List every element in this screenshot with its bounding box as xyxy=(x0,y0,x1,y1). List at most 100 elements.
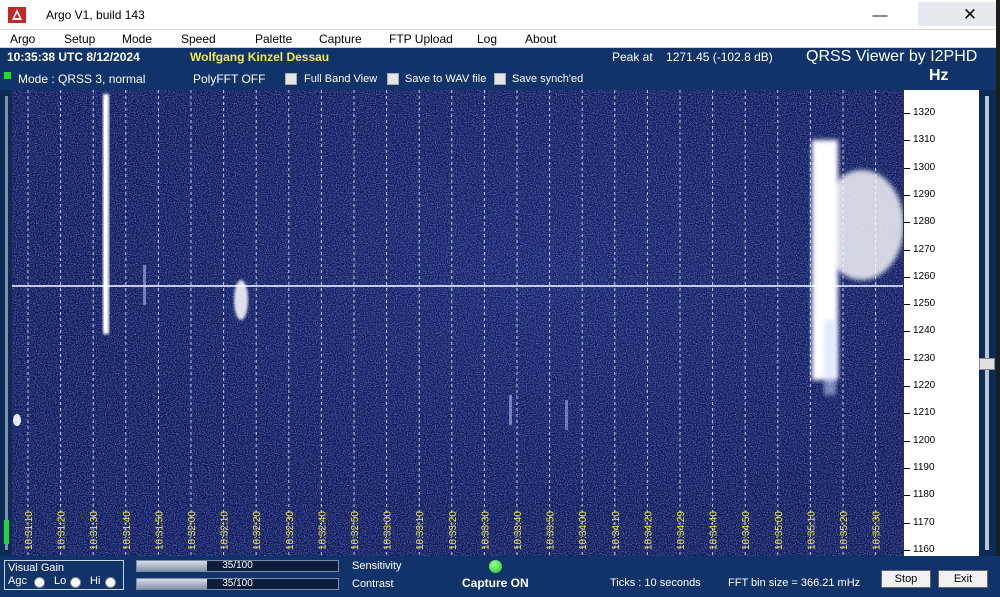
noise-texture xyxy=(12,90,903,556)
frequency-tick xyxy=(904,249,910,251)
menu-ftp-upload[interactable]: FTP Upload xyxy=(389,30,453,48)
menu-palette[interactable]: Palette xyxy=(255,30,292,48)
time-label: 10:33:30 xyxy=(480,511,491,550)
info-bar: 10:35:38 UTC 8/12/2024 Wolfgang Kinzel D… xyxy=(0,48,1000,68)
visual-gain-group: Visual Gain Agc Lo Hi xyxy=(4,560,124,590)
ticks-info: Ticks : 10 seconds xyxy=(610,577,701,589)
save-wav-checkbox[interactable] xyxy=(387,73,399,85)
signal-faint-1 xyxy=(143,265,146,305)
frequency-label: 1180 xyxy=(913,489,935,501)
frequency-tick xyxy=(904,358,910,360)
menu-speed[interactable]: Speed xyxy=(181,30,216,48)
time-label: 10:33:10 xyxy=(415,511,426,550)
frequency-label: 1160 xyxy=(913,543,935,555)
time-label: 10:35:00 xyxy=(774,511,785,550)
signal-burst-4 xyxy=(820,170,903,280)
contrast-slider[interactable]: 35/100 xyxy=(136,578,339,590)
frequency-tick xyxy=(904,495,910,497)
frequency-tick xyxy=(904,440,910,442)
frequency-label: 1280 xyxy=(913,216,936,228)
time-label: 10:35:20 xyxy=(839,511,850,550)
time-label: 10:32:20 xyxy=(252,511,263,550)
frequency-label: 1200 xyxy=(913,434,936,446)
contrast-value: 35/100 xyxy=(222,578,253,589)
mode-bar: Mode : QRSS 3, normal PolyFFT OFF Full B… xyxy=(0,68,1000,90)
window-title: Argo V1, build 143 xyxy=(46,8,145,22)
bottom-controls: Visual Gain Agc Lo Hi 35/100 Sensitivity… xyxy=(0,556,1000,597)
frequency-tick xyxy=(904,140,910,142)
frequency-tick xyxy=(904,167,910,169)
title-bar: Argo V1, build 143 — ✕ xyxy=(0,0,1000,30)
hi-radio[interactable] xyxy=(105,577,116,588)
frequency-label: 1170 xyxy=(913,516,935,528)
sensitivity-slider[interactable]: 35/100 xyxy=(136,560,339,572)
utc-clock: 10:35:38 UTC 8/12/2024 xyxy=(7,50,140,64)
frequency-tick xyxy=(904,549,910,551)
frequency-tick xyxy=(904,304,910,306)
time-label: 10:32:10 xyxy=(220,511,231,550)
right-scrollbar[interactable] xyxy=(979,90,996,556)
right-scroll-thumb[interactable] xyxy=(979,358,995,370)
argo-app-icon xyxy=(8,7,26,23)
contrast-label: Contrast xyxy=(352,578,394,590)
frequency-tick xyxy=(904,386,910,387)
minimize-button[interactable]: — xyxy=(858,0,902,30)
time-label: 10:33:50 xyxy=(546,511,557,550)
agc-label: Agc xyxy=(8,575,27,587)
waterfall-canvas: 10:31:10 10:31:20 10:31:30 10:31:40 10:31:50… xyxy=(12,90,903,556)
waterfall-display[interactable]: 10:31:10 10:31:20 10:31:30 10:31:40 10:31:50… xyxy=(12,90,903,556)
full-band-view-label: Full Band View xyxy=(304,73,378,85)
lo-radio[interactable] xyxy=(70,577,81,588)
menu-argo[interactable]: Argo xyxy=(10,30,35,48)
frequency-label: 1210 xyxy=(913,407,936,419)
stop-button[interactable]: Stop xyxy=(881,570,931,588)
time-label: 10:31:50 xyxy=(154,511,165,550)
time-label: 10:34:50 xyxy=(741,511,752,550)
save-synched-label: Save synch'ed xyxy=(512,73,584,85)
polyfft-status: PolyFFT OFF xyxy=(193,72,266,86)
time-label: 10:32:00 xyxy=(187,511,198,550)
frequency-axis: 1320 1310 1300 1290 1280 1270 1260 1250 1240 1230… xyxy=(903,90,979,556)
frequency-label: 1300 xyxy=(913,161,936,173)
peak-value: 1271.45 (-102.8 dB) xyxy=(666,50,773,64)
left-scrollbar[interactable] xyxy=(0,90,12,556)
time-label: 10:33:40 xyxy=(513,511,524,550)
exit-button[interactable]: Exit xyxy=(938,570,988,588)
peak-readout: Peak at 1271.45 (-102.8 dB) xyxy=(612,50,773,64)
frequency-label: 1270 xyxy=(913,243,936,255)
menu-bar: Argo Setup Mode Speed Palette Capture FT… xyxy=(0,30,1000,48)
lo-label: Lo xyxy=(54,575,67,587)
signal-faint-2 xyxy=(509,395,512,425)
brand-title: QRSS Viewer by I2PHD xyxy=(806,48,978,65)
menu-log[interactable]: Log xyxy=(477,30,497,48)
frequency-label: 1290 xyxy=(913,188,936,200)
frequency-label: 1260 xyxy=(913,270,936,282)
signal-faint-3 xyxy=(565,400,568,430)
close-button[interactable]: ✕ xyxy=(948,0,992,30)
left-scroll-thumb[interactable] xyxy=(4,520,9,544)
menu-setup[interactable]: Setup xyxy=(64,30,95,48)
station-name: Wolfgang Kinzel Dessau xyxy=(190,50,330,64)
menu-capture[interactable]: Capture xyxy=(319,30,362,48)
frequency-tick xyxy=(904,194,910,196)
full-band-view-checkbox[interactable] xyxy=(285,73,297,85)
frequency-label: 1320 xyxy=(913,107,936,118)
time-label: 10:31:40 xyxy=(122,511,133,550)
menu-mode[interactable]: Mode xyxy=(122,30,152,48)
signal-burst-1-core xyxy=(104,100,107,330)
menu-about[interactable]: About xyxy=(525,30,556,48)
time-label: 10:31:30 xyxy=(89,511,100,550)
mode-label: Mode : QRSS 3, normal xyxy=(18,72,146,86)
frequency-tick xyxy=(904,113,910,114)
frequency-label: 1240 xyxy=(913,325,936,337)
time-label: 10:34:29 xyxy=(676,511,687,550)
time-label: 10:33:20 xyxy=(448,511,459,550)
save-synched-checkbox[interactable] xyxy=(494,73,506,85)
hi-label: Hi xyxy=(90,575,101,587)
agc-radio[interactable] xyxy=(34,577,45,588)
time-label: 10:31:20 xyxy=(57,511,68,550)
window-edge xyxy=(996,0,1000,597)
frequency-label: 1250 xyxy=(913,298,936,310)
peak-label: Peak at xyxy=(612,50,653,64)
frequency-tick xyxy=(904,331,910,333)
